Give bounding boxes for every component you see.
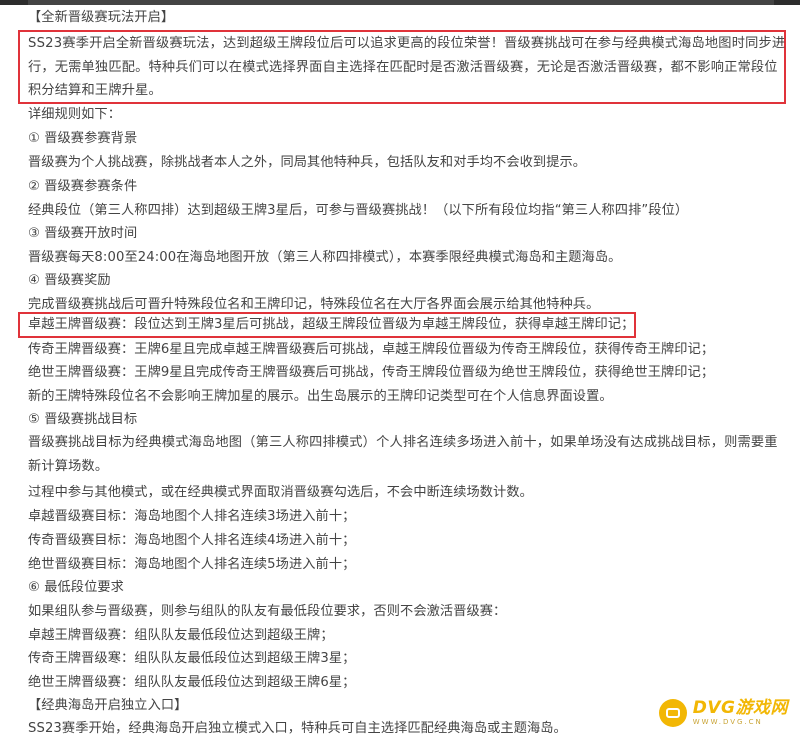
rule-text-1: 晋级赛为个人挑战赛，除挑战者本人之外，同局其他特种兵，包括队友和对手均不会收到提… [28, 155, 587, 170]
reward-legend: 传奇王牌晋级赛：王牌6星且完成卓越王牌晋级赛后可挑战，卓越王牌段位晋级为传奇王牌… [28, 342, 715, 357]
section-heading-new-promotion: 【全新晋级赛玩法开启】 [28, 10, 175, 25]
rule-text-3: 晋级赛每天8:00至24:00在海岛地图开放（第三人称四排模式），本赛季限经典模… [28, 250, 622, 265]
target-excellent: 卓越晋级赛目标：海岛地图个人排名连续3场进入前十； [28, 509, 356, 524]
reward-note: 新的王牌特殊段位名不会影响王牌加星的展示。出生岛展示的王牌印记类型可在个人信息界… [28, 389, 613, 404]
target-peerless: 绝世晋级赛目标：海岛地图个人排名连续5场进入前十； [28, 557, 356, 572]
rule-heading-5: ⑤ 晋级赛挑战目标 [28, 412, 138, 427]
intro-paragraph: SS23赛季开启全新晋级赛玩法，达到超级王牌段位后可以追求更高的段位荣誉！晋级赛… [28, 36, 786, 98]
rule-heading-4: ④ 晋级赛奖励 [28, 273, 111, 288]
site-watermark: DVG游戏网 WWW.DVG.CN [658, 696, 788, 730]
min-rank-excellent: 卓越王牌晋级赛：组队队友最低段位达到超级王牌； [28, 628, 334, 643]
reward-excellent: 卓越王牌晋级赛：段位达到王牌3星后可挑战，超级王牌段位晋级为卓越王牌段位，获得卓… [28, 317, 635, 332]
top-image-edge [0, 0, 800, 5]
reward-peerless: 绝世王牌晋级赛：王牌9星且完成传奇王牌晋级赛后可挑战，传奇王牌段位晋级为绝世王牌… [28, 365, 715, 380]
watermark-main-text: DVG游戏网 [692, 698, 788, 718]
classic-island-text: SS23赛季开始，经典海岛开启独立模式入口，特种兵可自主选择匹配经典海岛或主题海… [28, 721, 567, 736]
gamepad-logo-icon [658, 699, 687, 727]
min-rank-peerless: 绝世王牌晋级赛：组队队友最低段位达到超级王牌6星； [28, 675, 356, 690]
rule-text-2: 经典段位（第三人称四排）达到超级王牌3星后，可参与晋级赛挑战！（以下所有段位均指… [28, 203, 689, 218]
rule-text-5b: 过程中参与其他模式，或在经典模式界面取消晋级赛勾选后，不会中断连续场数计数。 [28, 485, 533, 500]
target-legend: 传奇晋级赛目标：海岛地图个人排名连续4场进入前十； [28, 533, 356, 548]
rule-text-5: 晋级赛挑战目标为经典模式海岛地图（第三人称四排模式）个人排名连续多场进入前十，如… [28, 435, 778, 474]
rule-heading-1: ① 晋级赛参赛背景 [28, 131, 138, 146]
rule-heading-3: ③ 晋级赛开放时间 [28, 226, 138, 241]
watermark-sub-text: WWW.DVG.CN [692, 718, 763, 726]
rules-intro: 详细规则如下： [28, 107, 122, 122]
rule-heading-6: ⑥ 最低段位要求 [28, 580, 124, 595]
rule-heading-2: ② 晋级赛参赛条件 [28, 179, 138, 194]
min-rank-legend: 传奇王牌晋级寒：组队队友最低段位达到超级王牌3星； [28, 651, 356, 666]
section-heading-classic-island: 【经典海岛开启独立入口】 [28, 698, 188, 713]
rule-text-6: 如果组队参与晋级赛，则参与组队的队友有最低段位要求，否则不会激活晋级赛： [28, 604, 507, 619]
